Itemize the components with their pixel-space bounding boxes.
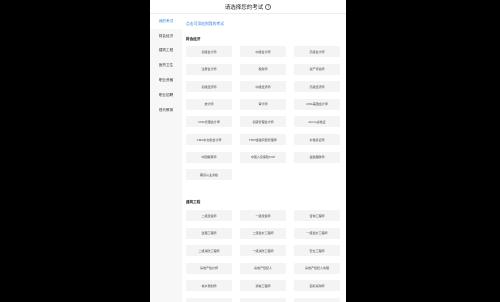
sidebar-item-label: 现代教育 — [158, 107, 174, 112]
exam-tile[interactable]: 二级建造师 — [186, 210, 232, 221]
exam-tile[interactable]: CMA美国会计师 — [294, 98, 340, 110]
exam-tile[interactable]: 注册会计师 — [186, 63, 232, 75]
exam-tile[interactable]: 一级造价工程师 — [294, 227, 340, 239]
sidebar-item-education[interactable]: 现代教育 — [150, 103, 182, 118]
exam-tile[interactable]: CMA中文版会计师 — [186, 134, 232, 145]
exam-tile[interactable]: 统计师 — [186, 98, 232, 110]
sidebar-item-label: 职业资格 — [158, 78, 174, 83]
exam-tile[interactable]: 二级消防工程师 — [186, 245, 232, 257]
exam-tile[interactable]: 通信工程师 — [240, 280, 286, 292]
exam-tile[interactable]: CMA管理会计师 — [186, 116, 232, 128]
exam-tile[interactable]: 高级会计师 — [294, 46, 340, 57]
exam-tile[interactable]: 房地产估价师 — [186, 262, 232, 274]
exam-tile[interactable]: 二级造价工程师 — [240, 227, 286, 239]
exam-tile[interactable]: 期货从业资格 — [186, 169, 232, 181]
sidebar-item-label: 财会经济 — [158, 33, 174, 38]
exam-tile[interactable]: 房地产经纪人协理 — [294, 262, 340, 274]
exam-tile[interactable]: 安全工程师 — [294, 245, 340, 257]
sidebar-item-professional[interactable]: 职业资格 — [150, 73, 182, 88]
exam-tile[interactable]: 初级经济师 — [186, 81, 232, 93]
exam-tile[interactable]: 房地产经纪人 — [240, 262, 286, 274]
exam-tile[interactable]: 中国人身保险CUE — [240, 151, 286, 163]
help-icon[interactable]: ? — [265, 3, 272, 10]
sidebar-item-medicine[interactable]: 医药卫生 — [150, 58, 182, 73]
category-sidebar: 我的考试 财会经济 建筑工程 医药卫生 职业资格 职业招聘 现代教育 — [150, 14, 182, 302]
exam-tile[interactable]: 审计师 — [240, 98, 286, 110]
exam-tile[interactable]: 初级会计师 — [186, 46, 232, 57]
sidebar-item-finance[interactable]: 财会经济 — [150, 29, 182, 44]
sidebar-item-my-exams[interactable]: 我的考试 — [150, 14, 182, 29]
exam-tile[interactable]: 初级管理会计师 — [240, 116, 286, 128]
exam-tile[interactable]: 金融理财师 — [294, 151, 340, 163]
exam-tile[interactable]: 价格鉴证师 — [294, 134, 340, 145]
exam-tile[interactable]: 高级经济师 — [294, 81, 340, 93]
section-title-finance: 财会经济 — [186, 37, 201, 41]
page-title: 请选择您的考试 — [224, 4, 264, 11]
sidebar-item-label: 建筑工程 — [158, 48, 174, 53]
exam-tile[interactable]: ACCA资格证 — [294, 116, 340, 128]
exam-tile[interactable]: 设备监理工程师 — [294, 298, 340, 302]
exam-tile[interactable]: 中级经济师 — [240, 81, 286, 93]
exam-tile[interactable]: 监理工程师 — [186, 227, 232, 239]
sidebar-item-label: 医药卫生 — [158, 63, 174, 68]
phone-screen: 请选择您的考试 ? 我的考试 财会经济 建筑工程 医药卫生 职业资格 职业招聘 … — [150, 0, 346, 302]
exam-tile[interactable]: 资产评估师 — [294, 63, 340, 75]
exam-tile[interactable]: 一级建造师 — [240, 210, 286, 221]
section-title-construction: 建筑工程 — [186, 200, 201, 204]
exam-tile[interactable]: 一级消防工程师 — [240, 245, 286, 257]
exam-tile[interactable]: 城乡规划师 — [186, 280, 232, 292]
sidebar-item-construction[interactable]: 建筑工程 — [150, 44, 182, 59]
sidebar-item-recruitment[interactable]: 职业招聘 — [150, 88, 182, 103]
exam-tile[interactable]: 中级会计师 — [240, 46, 286, 57]
exam-tile[interactable]: 招标采购师 — [294, 280, 340, 292]
page-header: 请选择您的考试 ? — [150, 0, 346, 14]
exam-tile[interactable]: 税务师 — [240, 63, 286, 75]
sidebar-item-label: 我的考试 — [158, 18, 174, 23]
exam-list: 点击可添加到我的考试 财会经济 初级会计师 中级会计师 高级会计师注册会计师 税务师资… — [186, 14, 342, 302]
sidebar-item-label: 职业招聘 — [158, 92, 174, 97]
exam-tile[interactable]: FRM金融风险管理师 — [240, 134, 286, 145]
exam-tile[interactable]: 中国精算师 — [186, 151, 232, 163]
exam-tile[interactable]: 咨询工程师 — [294, 210, 340, 221]
add-exam-hint: 点击可添加到我的考试 — [186, 21, 224, 26]
exam-tile[interactable]: 注册测绘师 — [186, 298, 232, 302]
exam-tile[interactable]: 环境影响评价师 — [240, 298, 286, 302]
